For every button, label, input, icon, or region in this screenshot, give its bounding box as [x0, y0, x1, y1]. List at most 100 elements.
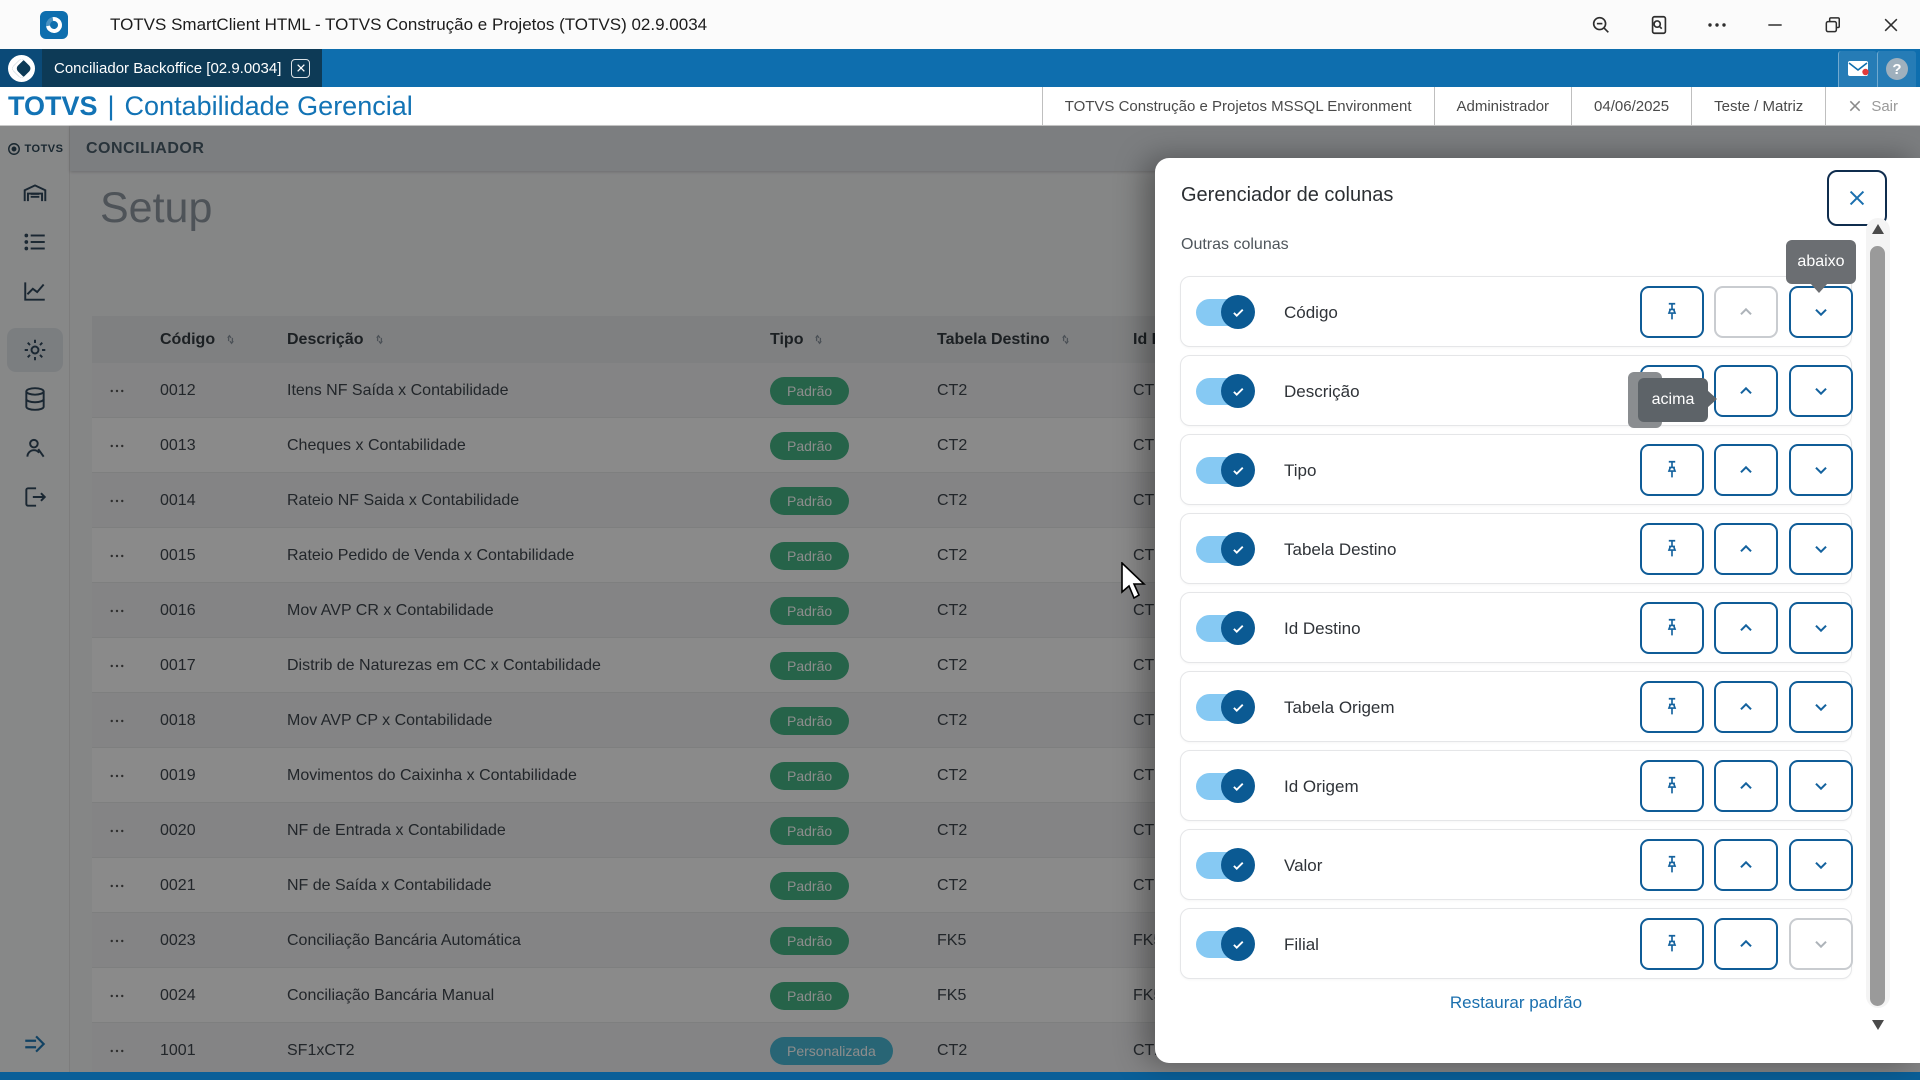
move-column-up-button[interactable] [1714, 760, 1778, 812]
move-column-up-button[interactable] [1714, 918, 1778, 970]
panel-title: Gerenciador de colunas [1181, 184, 1394, 206]
check-icon [1232, 624, 1243, 633]
chevron-down-icon [1815, 624, 1827, 633]
more-options-button[interactable] [1688, 0, 1746, 49]
column-label: Tabela Origem [1284, 697, 1395, 717]
chevron-up-icon [1740, 386, 1752, 395]
environment-label: TOTVS Construção e Projetos MSSQL Enviro… [1041, 87, 1434, 125]
pushpin-icon [1667, 302, 1677, 320]
column-row: Tabela Origem [1180, 671, 1853, 742]
logout-label: Sair [1871, 97, 1898, 115]
column-row: Descrição [1180, 355, 1853, 426]
column-visibility-toggle[interactable] [1196, 532, 1255, 566]
move-column-down-button[interactable] [1789, 365, 1853, 417]
chevron-down-icon [1815, 703, 1827, 712]
magnifier-minus-icon [1592, 16, 1609, 33]
zoom-out-button[interactable] [1572, 0, 1630, 49]
toggle-knob [1221, 532, 1255, 566]
user-label: Administrador [1433, 87, 1572, 125]
minimize-button[interactable] [1746, 0, 1804, 49]
move-column-down-button[interactable] [1789, 602, 1853, 654]
panel-scrollbar-thumb[interactable] [1870, 246, 1885, 1006]
check-icon [1232, 466, 1243, 475]
tab-conciliador-backoffice[interactable]: Conciliador Backoffice [02.9.0034] [42, 49, 323, 87]
pin-column-button[interactable] [1640, 286, 1704, 338]
chevron-up-icon [1740, 544, 1752, 553]
other-columns-label: Outras colunas [1181, 236, 1289, 253]
chevron-down-icon [1815, 861, 1827, 870]
messages-button[interactable] [1838, 51, 1877, 87]
move-column-down-button[interactable] [1789, 523, 1853, 575]
move-column-down-button[interactable] [1789, 286, 1853, 338]
mouse-cursor [1121, 562, 1146, 600]
tooltip-arrow-down [1810, 283, 1828, 293]
restore-button[interactable] [1804, 0, 1862, 49]
pin-column-button[interactable] [1640, 602, 1704, 654]
scrollbar-up-arrow[interactable] [1872, 224, 1884, 234]
tab-close-button[interactable] [291, 58, 311, 78]
pin-column-button[interactable] [1640, 681, 1704, 733]
toggle-knob [1221, 374, 1255, 408]
column-visibility-toggle[interactable] [1196, 769, 1255, 803]
move-column-down-button[interactable] [1789, 444, 1853, 496]
product-brand: TOTVS | Contabilidade Gerencial [8, 87, 413, 125]
column-visibility-toggle[interactable] [1196, 848, 1255, 882]
move-column-up-button[interactable] [1714, 602, 1778, 654]
session-info-bar: TOTVS Construção e Projetos MSSQL Enviro… [1041, 87, 1920, 125]
brand-separator: | [107, 90, 115, 121]
toggle-knob [1221, 453, 1255, 487]
pushpin-icon [1667, 934, 1677, 952]
pin-column-button[interactable] [1640, 918, 1704, 970]
pushpin-icon [1667, 697, 1677, 715]
move-column-up-button[interactable] [1714, 365, 1778, 417]
pin-column-button[interactable] [1640, 444, 1704, 496]
pushpin-icon [1667, 618, 1677, 636]
move-column-down-button[interactable] [1789, 760, 1853, 812]
restore-icon [1825, 16, 1840, 32]
chevron-up-icon [1740, 939, 1752, 948]
move-column-down-button[interactable] [1789, 681, 1853, 733]
check-icon [1232, 308, 1243, 317]
envelope-icon [1848, 61, 1869, 76]
move-column-up-button[interactable] [1714, 286, 1778, 338]
check-icon [1232, 940, 1243, 949]
chevron-down-icon [1815, 466, 1827, 475]
column-visibility-toggle[interactable] [1196, 690, 1255, 724]
move-column-up-button[interactable] [1714, 444, 1778, 496]
toggle-knob [1221, 769, 1255, 803]
close-button[interactable] [1862, 0, 1920, 49]
column-visibility-toggle[interactable] [1196, 374, 1255, 408]
move-column-down-button[interactable] [1789, 839, 1853, 891]
move-column-up-button[interactable] [1714, 523, 1778, 575]
scrollbar-down-arrow[interactable] [1872, 1020, 1884, 1030]
pushpin-icon [1667, 855, 1677, 873]
find-in-window-button[interactable] [1630, 0, 1688, 49]
column-row: Código [1180, 276, 1853, 347]
column-visibility-toggle[interactable] [1196, 295, 1255, 329]
column-visibility-toggle[interactable] [1196, 927, 1255, 961]
column-row: Id Destino [1180, 592, 1853, 663]
column-list: Código Descrição Tipo Tabela Destino Id … [1180, 276, 1853, 987]
tooltip-acima: acima [1638, 378, 1717, 422]
move-column-up-button[interactable] [1714, 681, 1778, 733]
logout-button[interactable]: Sair [1825, 87, 1920, 125]
column-row: Valor [1180, 829, 1853, 900]
toggle-knob [1221, 848, 1255, 882]
tab-label: Conciliador Backoffice [02.9.0034] [54, 59, 282, 77]
pin-column-button[interactable] [1640, 839, 1704, 891]
chevron-up-icon [1740, 465, 1752, 474]
column-visibility-toggle[interactable] [1196, 611, 1255, 645]
chevron-up-icon [1740, 702, 1752, 711]
move-column-up-button[interactable] [1714, 839, 1778, 891]
chevron-up-icon [1740, 781, 1752, 790]
pin-column-button[interactable] [1640, 760, 1704, 812]
check-icon [1232, 861, 1243, 870]
totvs-swirl-icon [7, 54, 35, 82]
help-button[interactable]: ? [1877, 51, 1916, 87]
column-label: Valor [1284, 855, 1323, 875]
pin-column-button[interactable] [1640, 523, 1704, 575]
move-column-down-button[interactable] [1789, 918, 1853, 970]
pushpin-icon [1667, 460, 1677, 478]
column-visibility-toggle[interactable] [1196, 453, 1255, 487]
restore-default-link[interactable]: Restaurar padrão [1155, 993, 1877, 1013]
